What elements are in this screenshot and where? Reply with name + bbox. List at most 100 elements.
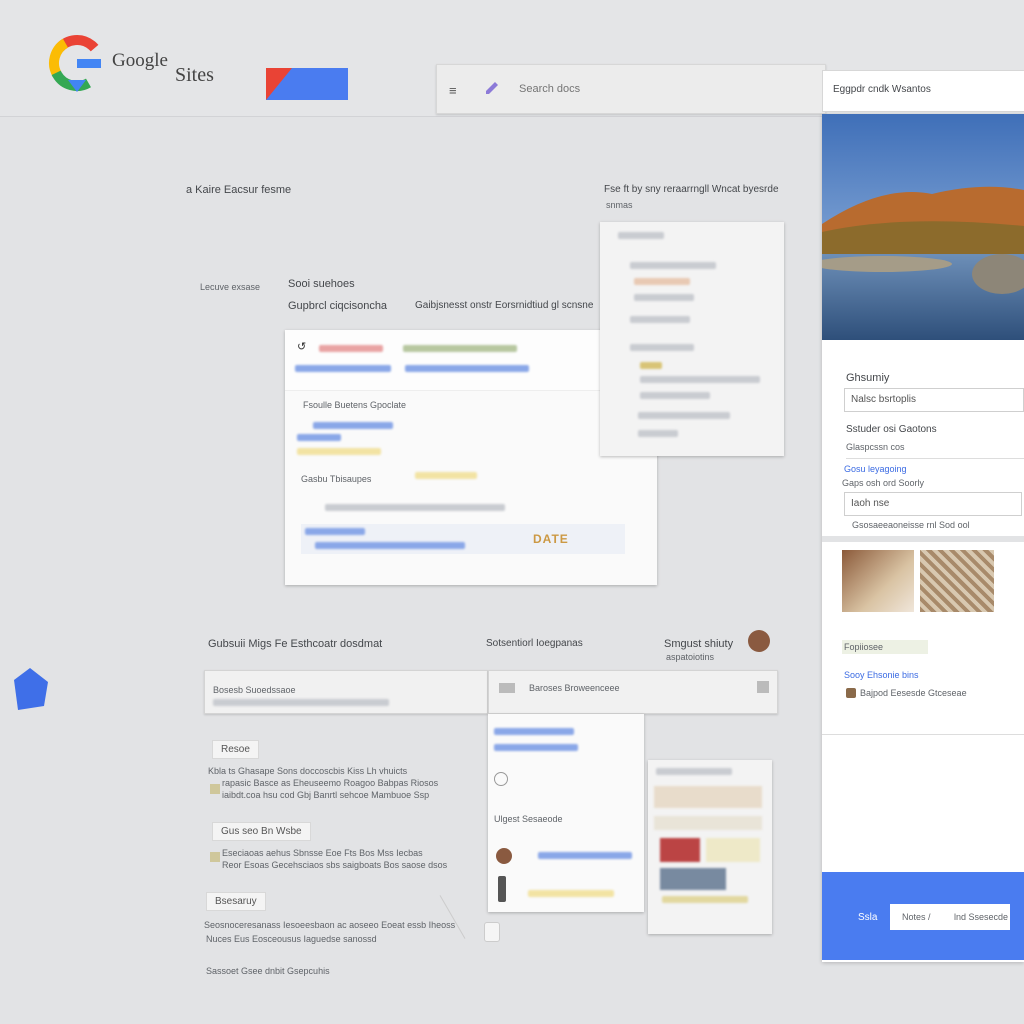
preview-card-2[interactable] — [648, 760, 772, 934]
toolbar-item[interactable] — [295, 365, 391, 372]
doc-card[interactable] — [600, 222, 784, 456]
panel-link-2[interactable]: Sooy Ehsonie bins — [844, 670, 919, 680]
search-input[interactable] — [517, 77, 811, 101]
list-tab-2[interactable]: Gus seo Bn Wsbe — [212, 822, 311, 841]
small-label: Lecuve exsase — [200, 282, 261, 292]
text-line — [297, 434, 341, 441]
small-handle[interactable] — [484, 922, 500, 942]
thumbnail-2[interactable] — [920, 550, 994, 612]
list-desc: Nuces Eus Eosceousus Iaguedse sanossd — [206, 934, 377, 944]
editor-row-2[interactable]: Gasbu Tbisaupes — [301, 474, 371, 484]
list-bullet-icon — [210, 852, 220, 862]
preview-card[interactable]: Ulgest Sesaeode — [488, 714, 644, 912]
list-tab-3[interactable]: Bsesaruy — [206, 892, 266, 911]
form-input-1[interactable]: Nalsc bsrtoplis — [844, 388, 1024, 412]
panel-divider — [822, 734, 1024, 735]
list-desc: Sassoet Gsee dnbit Gsepcuhis — [206, 966, 330, 976]
text-line — [297, 448, 381, 455]
form-link[interactable]: Gosu leyagoing — [844, 464, 907, 474]
bottom-right-sub: aspatoiotins — [666, 652, 715, 662]
list-desc: Reor Esoas Gecehsciaos sbs saigboats Bos… — [222, 860, 448, 870]
preview-image — [706, 838, 760, 862]
form-input-2[interactable]: Iaoh nse — [844, 492, 1022, 516]
list-desc: iaibdt.coa hsu cod Gbj Banrtl sehcoe Mam… — [222, 790, 430, 800]
radio-icon[interactable] — [494, 772, 508, 786]
form-title: Ghsumiy — [846, 372, 890, 384]
phone-icon — [498, 876, 506, 902]
tag-label: Fopiiosee — [844, 642, 884, 652]
preview-label: Ulgest Sesaeode — [494, 814, 563, 824]
list-desc: Kbla ts Ghasape Sons doccoscbis Kiss Lh … — [208, 766, 408, 776]
mid-field-text: Baroses Broweenceee — [529, 683, 620, 693]
section-subtitle: Gupbrcl ciqcisoncha — [288, 300, 388, 312]
doc-card-title: Fse ft by sny reraarrngll Wncat byesrde — [604, 184, 779, 195]
preview-row — [654, 786, 762, 808]
left-field-text: Bosesb Suoedssaoe — [213, 685, 296, 695]
toolbar-item[interactable] — [405, 365, 529, 372]
text-line — [213, 699, 389, 706]
form-section: Sstuder osi Gaotons — [846, 424, 937, 435]
logo-word: Google — [112, 50, 168, 71]
text-line — [313, 422, 393, 429]
toolbar-item[interactable] — [403, 345, 517, 352]
footer-button[interactable]: Ssla — [858, 912, 877, 923]
undo-icon[interactable]: ↺ — [297, 340, 306, 353]
preview-image — [660, 868, 726, 890]
doc-icon — [499, 683, 515, 693]
google-logo-icon[interactable] — [48, 34, 106, 92]
text-line — [640, 392, 710, 399]
form-field-label: Gaps osh ord Soorly — [842, 478, 925, 488]
search-bar[interactable]: ≡ — [436, 64, 826, 114]
text-line — [662, 896, 748, 903]
bottom-right-title: Smgust shiuty — [664, 638, 734, 650]
bottom-left-title: Gubsuii Migs Fe Esthcoatr dosdmat — [208, 638, 383, 650]
text-line — [638, 412, 730, 419]
landscape-photo[interactable] — [812, 114, 1024, 340]
text-line — [630, 344, 694, 351]
list-bullet-icon — [210, 784, 220, 794]
preview-avatar — [496, 848, 512, 864]
thumbnail-1[interactable] — [842, 550, 914, 612]
edit-pen-icon[interactable] — [483, 79, 501, 102]
preview-image — [660, 838, 700, 862]
floating-blue-tag[interactable] — [8, 666, 48, 712]
connector-line — [439, 895, 466, 939]
text-line — [640, 362, 662, 369]
mid-field-bar[interactable]: Baroses Broweenceee — [488, 670, 778, 714]
editor-row-1[interactable]: Fsoulle Buetens Gpoclate — [303, 400, 406, 410]
text-line — [630, 262, 716, 269]
text-line — [640, 376, 760, 383]
text-line — [325, 504, 505, 511]
text-line — [638, 430, 678, 437]
new-site-button[interactable] — [266, 68, 348, 100]
text-line — [538, 852, 632, 859]
menu-icon[interactable]: ≡ — [449, 83, 457, 98]
toolbar-item[interactable] — [319, 345, 383, 352]
right-header-box: Eggpdr cndk Wsantos — [822, 70, 1024, 112]
list-desc: Eseciaoas aehus Sbnsse Eoe Fts Bos Mss I… — [222, 848, 423, 858]
expand-icon[interactable] — [757, 681, 769, 693]
user-avatar[interactable] — [748, 630, 770, 652]
text-line — [656, 768, 732, 775]
left-field-bar[interactable]: Bosesb Suoedssaoe — [204, 670, 488, 714]
date-badge[interactable]: DATE — [533, 532, 569, 546]
form-section-sub: Glaspcssn cos — [846, 442, 905, 452]
text-line — [494, 744, 578, 751]
footer-input-text: Notes / — [902, 912, 931, 922]
footer-input-text-2: lnd Ssesecde — [954, 912, 1009, 922]
product-name: Sites — [175, 64, 214, 86]
doc-card-subtitle: snmas — [606, 200, 633, 210]
section-subtitle-2: Gaibjsnesst onstr Eorsrnidtiud gl scnsne — [415, 300, 594, 311]
form-divider — [846, 458, 1024, 459]
panel-gap — [822, 536, 1024, 542]
text-line — [634, 294, 694, 301]
text-line — [630, 316, 690, 323]
text-line — [618, 232, 664, 239]
section-title: Sooi suehoes — [288, 278, 355, 290]
text-line — [415, 472, 477, 479]
text-line — [528, 890, 614, 897]
form-note: Gsosaeeaoneisse rnl Sod ool — [852, 520, 970, 530]
list-tab-1[interactable]: Resoe — [212, 740, 259, 759]
list-desc: Seosnoceresanass Iesoeesbaon ac aoseeo E… — [204, 920, 456, 930]
footer-input[interactable]: Notes / lnd Ssesecde — [890, 904, 1010, 930]
